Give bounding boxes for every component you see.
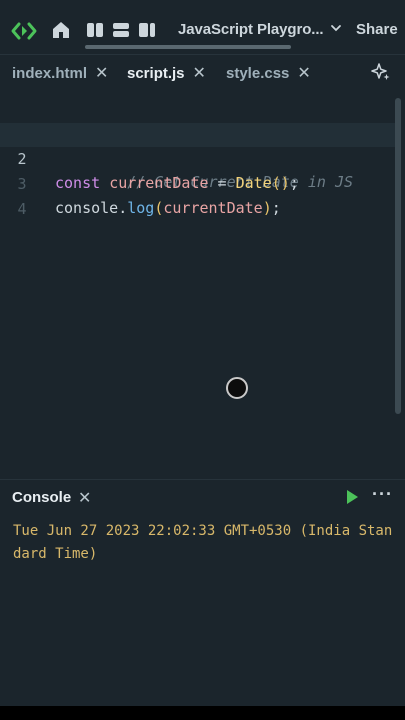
touch-cursor-indicator (226, 377, 248, 399)
code-token: currentDate (163, 199, 263, 217)
header-scrollbar[interactable] (85, 45, 291, 49)
home-icon[interactable] (51, 20, 71, 40)
code-token: ; (271, 199, 281, 217)
tab-label: style.css (226, 65, 290, 82)
tab-label: script.js (127, 65, 185, 82)
code-token: ) (262, 199, 272, 217)
console-header: Console ✕ ··· (0, 480, 405, 516)
tab-script-js[interactable]: script.js ✕ (127, 63, 206, 83)
code-token: console (55, 199, 119, 217)
sparkle-icon[interactable] (371, 62, 391, 82)
bottom-bar (0, 706, 405, 720)
split-rows-icon[interactable] (112, 21, 130, 39)
top-bar: JavaScript Playgro... Share (0, 14, 405, 50)
code-line-current[interactable]: 2 const currentDate = Date(); (0, 123, 395, 192)
chevron-down-icon[interactable] (330, 22, 342, 34)
code-line[interactable]: 1 // Get Current Date in JS (0, 98, 395, 191)
more-horizontal-icon[interactable]: ··· (372, 484, 393, 505)
close-icon[interactable]: ✕ (193, 63, 206, 83)
code-token: log (127, 199, 155, 217)
code-brackets-icon[interactable] (10, 17, 38, 45)
code-line[interactable]: 4 (0, 173, 395, 218)
project-title[interactable]: JavaScript Playgro... (178, 21, 324, 38)
code-line[interactable]: 3 console.log(currentDate); (0, 148, 395, 217)
code-text[interactable]: console.log(currentDate); (55, 196, 281, 220)
line-number: 4 (17, 200, 27, 218)
tab-index-html[interactable]: index.html ✕ (12, 63, 108, 83)
play-icon[interactable] (345, 489, 359, 505)
close-icon[interactable]: ✕ (297, 63, 310, 83)
code-token: . (118, 199, 128, 217)
editor-scrollbar[interactable] (395, 98, 401, 414)
console-title[interactable]: Console (12, 489, 71, 506)
file-tabs: index.html ✕ script.js ✕ style.css ✕ (0, 55, 405, 91)
app-window: JavaScript Playgro... Share index.html ✕ … (0, 0, 405, 720)
tab-label: index.html (12, 65, 88, 82)
split-columns-icon[interactable] (86, 21, 104, 39)
console-output: Tue Jun 27 2023 22:02:33 GMT+0530 (India… (13, 523, 393, 562)
close-icon[interactable]: ✕ (78, 488, 91, 508)
tab-style-css[interactable]: style.css ✕ (226, 63, 311, 83)
code-editor[interactable]: 1 // Get Current Date in JS 2 const curr… (0, 92, 405, 479)
close-icon[interactable]: ✕ (95, 63, 108, 83)
share-button[interactable]: Share (356, 21, 398, 38)
sidebar-layout-icon[interactable] (138, 21, 156, 39)
